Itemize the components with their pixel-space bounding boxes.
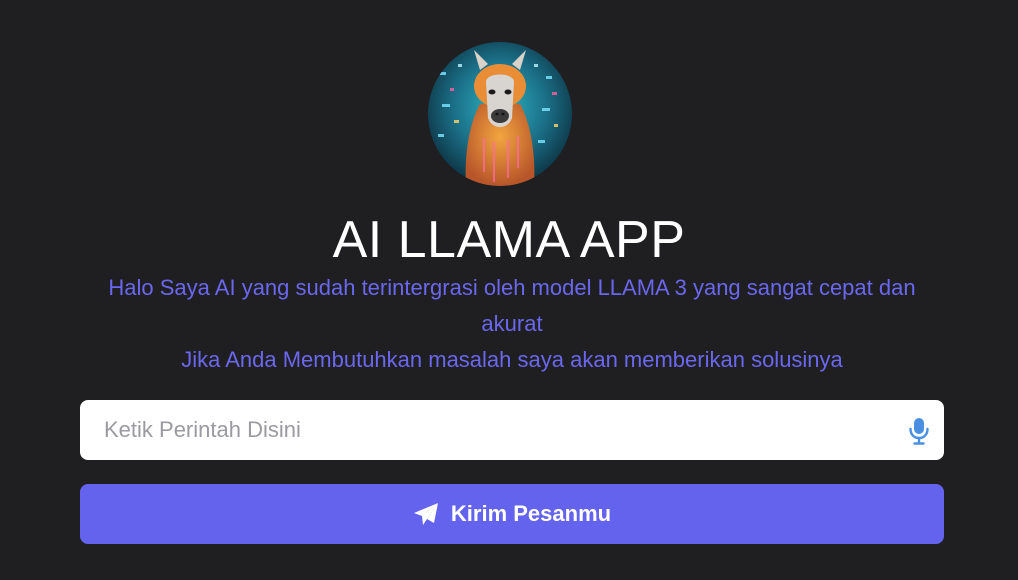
description-line-1: Halo Saya AI yang sudah terintergrasi ol… <box>108 275 916 336</box>
prompt-input[interactable] <box>80 400 890 460</box>
llama-avatar-image <box>428 42 572 186</box>
prompt-input-container <box>80 400 944 460</box>
send-button-label: Kirim Pesanmu <box>450 501 612 526</box>
paper-plane-icon <box>413 503 438 525</box>
llama-avatar <box>428 42 572 186</box>
app-description: Halo Saya AI yang sudah terintergrasi ol… <box>80 270 944 378</box>
description-line-2: Jika Anda Membutuhkan masalah saya akan … <box>181 347 843 372</box>
app-page: AI LLAMA APP Halo Saya AI yang sudah ter… <box>0 0 1018 580</box>
microphone-icon[interactable] <box>908 417 930 445</box>
app-title: AI LLAMA APP <box>332 211 686 269</box>
send-message-button[interactable]: Kirim Pesanmu <box>80 484 944 544</box>
